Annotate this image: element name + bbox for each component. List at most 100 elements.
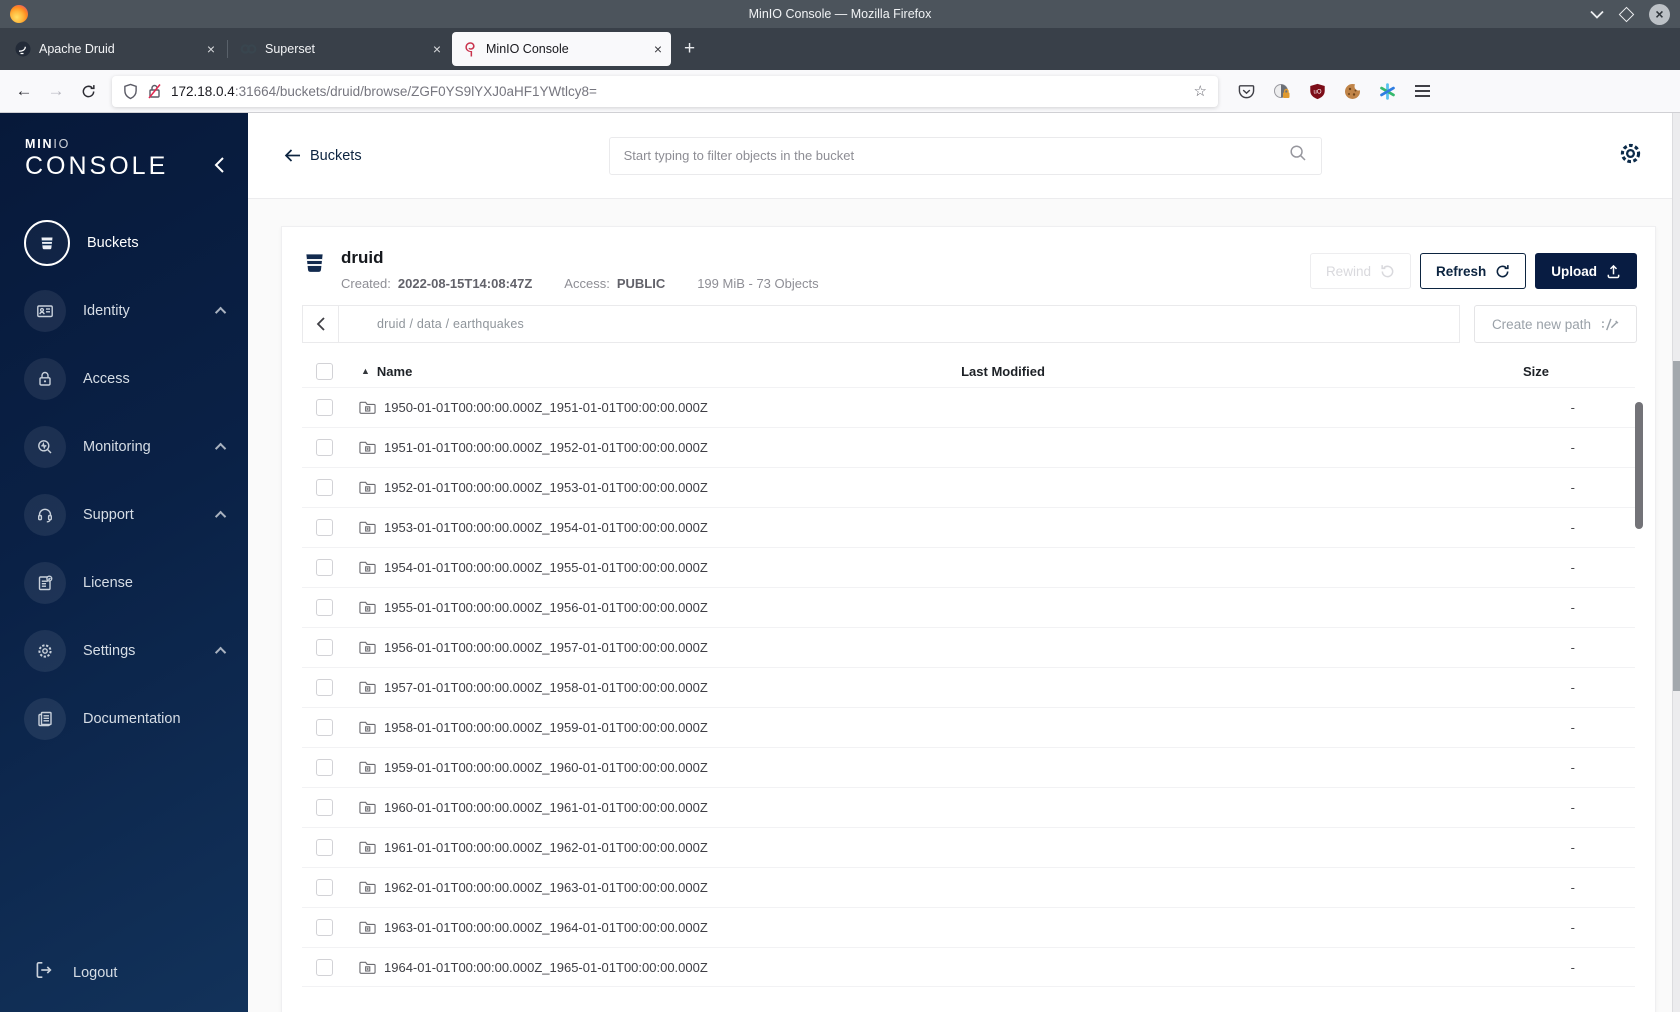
table-row[interactable]: 1961-01-01T00:00:00.000Z_1962-01-01T00:0… <box>302 827 1635 867</box>
menu-hamburger-icon[interactable] <box>1414 84 1431 98</box>
table-row[interactable]: 1959-01-01T00:00:00.000Z_1960-01-01T00:0… <box>302 747 1635 787</box>
refresh-button[interactable]: Refresh <box>1419 253 1527 289</box>
buckets-icon <box>24 220 70 266</box>
reload-button[interactable] <box>72 76 104 106</box>
row-checkbox[interactable] <box>315 839 333 856</box>
table-row[interactable]: 1955-01-01T00:00:00.000Z_1956-01-01T00:0… <box>302 587 1635 627</box>
bookmark-star-icon[interactable]: ☆ <box>1194 82 1207 100</box>
table-row[interactable]: 1954-01-01T00:00:00.000Z_1955-01-01T00:0… <box>302 547 1635 587</box>
rewind-button[interactable]: Rewind <box>1309 253 1411 289</box>
sidebar-item-monitoring[interactable]: Monitoring <box>0 413 248 481</box>
table-row[interactable]: 1951-01-01T00:00:00.000Z_1952-01-01T00:0… <box>302 427 1635 467</box>
sidebar-item-buckets[interactable]: Buckets <box>0 209 248 277</box>
row-checkbox[interactable] <box>315 799 333 816</box>
new-tab-button[interactable]: + <box>684 38 695 60</box>
sidebar-item-access[interactable]: Access <box>0 345 248 413</box>
row-checkbox[interactable] <box>315 399 333 416</box>
table-row[interactable]: 1953-01-01T00:00:00.000Z_1954-01-01T00:0… <box>302 507 1635 547</box>
pocket-icon[interactable] <box>1238 83 1255 100</box>
sort-asc-icon[interactable]: ▲ <box>361 366 370 376</box>
object-size: - <box>1570 880 1575 895</box>
table-scrollbar-thumb[interactable] <box>1635 402 1643 529</box>
select-all-checkbox[interactable] <box>315 362 333 380</box>
bucket-header: druid Created: 2022-08-15T14:08:47Z Acce… <box>282 227 1655 297</box>
tab-stash-icon[interactable] <box>1379 82 1396 100</box>
cookie-icon[interactable] <box>1344 82 1361 100</box>
tab-minio-console[interactable]: MinIO Console × <box>452 32 671 66</box>
row-checkbox[interactable] <box>315 639 333 656</box>
table-row[interactable]: 1952-01-01T00:00:00.000Z_1953-01-01T00:0… <box>302 467 1635 507</box>
tab-close-icon[interactable]: × <box>433 41 441 57</box>
page-scrollbar-thumb[interactable] <box>1673 361 1680 691</box>
logo-io-light: IO <box>53 137 71 151</box>
table-row[interactable]: 1963-01-01T00:00:00.000Z_1964-01-01T00:0… <box>302 907 1635 947</box>
chevron-up-icon[interactable] <box>214 510 227 523</box>
folder-icon <box>359 601 376 614</box>
column-header-size[interactable]: Size <box>1523 364 1635 379</box>
sidebar-collapse-icon[interactable] <box>213 155 226 180</box>
breadcrumb-back-button[interactable] <box>303 306 339 342</box>
sidebar-item-settings[interactable]: Settings <box>0 617 248 685</box>
row-checkbox[interactable] <box>315 679 333 696</box>
row-checkbox[interactable] <box>315 759 333 776</box>
table-row[interactable]: 1958-01-01T00:00:00.000Z_1959-01-01T00:0… <box>302 707 1635 747</box>
tab-apache-druid[interactable]: Apache Druid × <box>5 32 224 66</box>
window-title: MinIO Console — Mozilla Firefox <box>748 7 932 21</box>
column-header-last-modified[interactable]: Last Modified <box>961 364 1045 379</box>
search-input[interactable] <box>623 148 1289 163</box>
page-scrollbar[interactable] <box>1672 113 1680 1012</box>
table-row[interactable]: 1960-01-01T00:00:00.000Z_1961-01-01T00:0… <box>302 787 1635 827</box>
tab-close-icon[interactable]: × <box>207 41 215 57</box>
chevron-up-icon[interactable] <box>214 442 227 455</box>
sidebar-item-license[interactable]: License <box>0 549 248 617</box>
tab-superset[interactable]: Superset × <box>231 32 450 66</box>
window-close-button[interactable]: × <box>1649 3 1670 25</box>
breadcrumb[interactable]: druid / data / earthquakes <box>339 317 524 331</box>
column-header-name[interactable]: ▲ Name <box>346 364 723 379</box>
sidebar-item-documentation[interactable]: Documentation <box>0 685 248 753</box>
row-checkbox[interactable] <box>315 439 333 456</box>
window-minimize-button[interactable] <box>1590 10 1604 19</box>
forward-button[interactable]: → <box>40 76 72 106</box>
shield-icon[interactable] <box>123 83 138 100</box>
ublock-origin-icon[interactable]: uO <box>1309 83 1326 100</box>
tab-close-icon[interactable]: × <box>654 41 662 57</box>
url-bar[interactable]: 172.18.0.4:31664/buckets/druid/browse/ZG… <box>112 75 1218 107</box>
extension-lock-icon[interactable] <box>1273 82 1291 100</box>
object-size: - <box>1570 959 1575 975</box>
sidebar-item-logout[interactable]: Logout <box>0 959 248 986</box>
create-new-path-button[interactable]: Create new path <box>1473 305 1637 343</box>
create-path-icon <box>1602 318 1619 330</box>
object-size: - <box>1570 440 1575 455</box>
insecure-lock-icon[interactable] <box>147 83 162 99</box>
row-checkbox[interactable] <box>315 958 333 976</box>
sidebar-item-identity[interactable]: Identity <box>0 277 248 345</box>
object-name: 1963-01-01T00:00:00.000Z_1964-01-01T00:0… <box>384 920 708 935</box>
table-row[interactable]: 1962-01-01T00:00:00.000Z_1963-01-01T00:0… <box>302 867 1635 907</box>
row-checkbox[interactable] <box>315 559 333 576</box>
table-row[interactable]: 1956-01-01T00:00:00.000Z_1957-01-01T00:0… <box>302 627 1635 667</box>
chevron-up-icon[interactable] <box>214 306 227 319</box>
upload-button[interactable]: Upload <box>1535 253 1637 289</box>
chevron-up-icon[interactable] <box>214 646 227 659</box>
firefox-logo-icon <box>10 5 28 23</box>
table-row[interactable]: 1964-01-01T00:00:00.000Z_1965-01-01T00:0… <box>302 947 1635 987</box>
row-checkbox[interactable] <box>315 479 333 496</box>
row-checkbox[interactable] <box>315 719 333 736</box>
table-row[interactable]: 1957-01-01T00:00:00.000Z_1958-01-01T00:0… <box>302 667 1635 707</box>
back-button[interactable]: ← <box>8 76 40 106</box>
object-filter-search[interactable] <box>608 136 1322 175</box>
settings-gear-icon[interactable] <box>1617 140 1644 172</box>
sidebar-item-support[interactable]: Support <box>0 481 248 549</box>
bucket-icon <box>302 250 327 280</box>
back-to-buckets-link[interactable]: Buckets <box>284 148 362 164</box>
row-checkbox[interactable] <box>315 879 333 896</box>
table-row[interactable]: 1950-01-01T00:00:00.000Z_1951-01-01T00:0… <box>302 387 1635 427</box>
row-checkbox[interactable] <box>315 599 333 616</box>
row-checkbox[interactable] <box>315 519 333 536</box>
window-maximize-button[interactable] <box>1618 6 1635 22</box>
superset-favicon-icon <box>240 41 257 58</box>
create-path-label: Create new path <box>1491 316 1591 332</box>
row-checkbox[interactable] <box>315 919 333 936</box>
documentation-icon <box>24 698 66 740</box>
